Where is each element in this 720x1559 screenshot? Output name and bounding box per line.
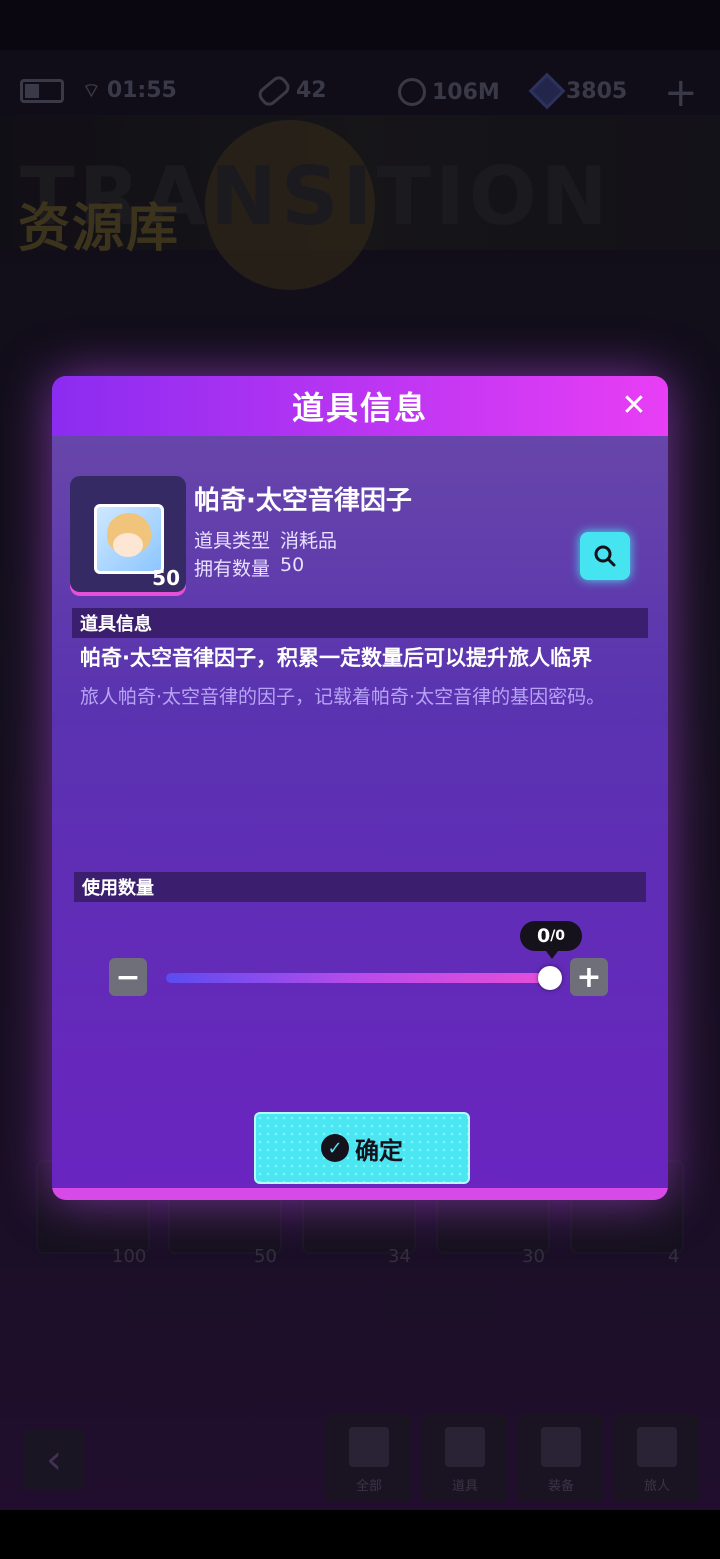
info-section-header: 道具信息 xyxy=(72,608,648,638)
item-type-label: 道具类型 xyxy=(194,530,271,552)
description-sub: 旅人帕奇·太空音律的因子，记载着帕奇·太空音律的基因密码。 xyxy=(80,686,606,708)
quantity-max: /0 xyxy=(550,928,566,944)
slider-handle[interactable] xyxy=(538,966,562,990)
check-circle-icon: ✓ xyxy=(321,1134,349,1162)
item-thumbnail: 50 xyxy=(70,476,186,592)
item-info-dialog: 道具信息 ✕ 50 帕奇·太空音律因子 道具类型 消耗品 拥有数量 50 道具信… xyxy=(52,376,668,1200)
item-owned-value: 50 xyxy=(280,554,305,576)
dialog-header: 道具信息 ✕ xyxy=(52,376,668,436)
confirm-button[interactable]: ✓ 确定 xyxy=(254,1112,470,1184)
character-portrait-icon xyxy=(94,504,164,574)
item-count: 50 xyxy=(152,566,180,590)
search-button[interactable] xyxy=(580,532,630,580)
quantity-current: 0 xyxy=(536,925,551,947)
confirm-label: 确定 xyxy=(355,1136,403,1165)
use-quantity-header: 使用数量 xyxy=(74,872,646,902)
item-type-row: 道具类型 消耗品 xyxy=(194,526,337,553)
close-icon: ✕ xyxy=(621,388,647,423)
screen: ⌔ 01:55 42 106M 3805 + TRANSITION 资源库 10… xyxy=(0,0,720,1559)
quantity-bubble: 0/0 xyxy=(520,921,582,959)
section-title: 使用数量 xyxy=(82,878,154,899)
item-owned-label: 拥有数量 xyxy=(194,558,271,580)
section-title: 道具信息 xyxy=(80,614,152,635)
description-main: 帕奇·太空音律因子，积累一定数量后可以提升旅人临界 xyxy=(80,646,592,670)
bottom-bar xyxy=(0,1510,720,1559)
minus-icon: − xyxy=(115,959,141,995)
item-owned-row: 拥有数量 50 xyxy=(194,554,304,581)
quantity-slider[interactable] xyxy=(166,973,552,983)
decrease-button[interactable]: − xyxy=(109,958,147,996)
item-name: 帕奇·太空音律因子 xyxy=(194,486,412,516)
search-icon xyxy=(594,545,616,567)
increase-button[interactable]: + xyxy=(570,958,608,996)
dialog-bottom-edge xyxy=(52,1188,668,1200)
dialog-title: 道具信息 xyxy=(291,389,428,427)
close-button[interactable]: ✕ xyxy=(618,390,650,422)
item-type-value: 消耗品 xyxy=(280,530,338,552)
plus-icon: + xyxy=(576,959,602,995)
